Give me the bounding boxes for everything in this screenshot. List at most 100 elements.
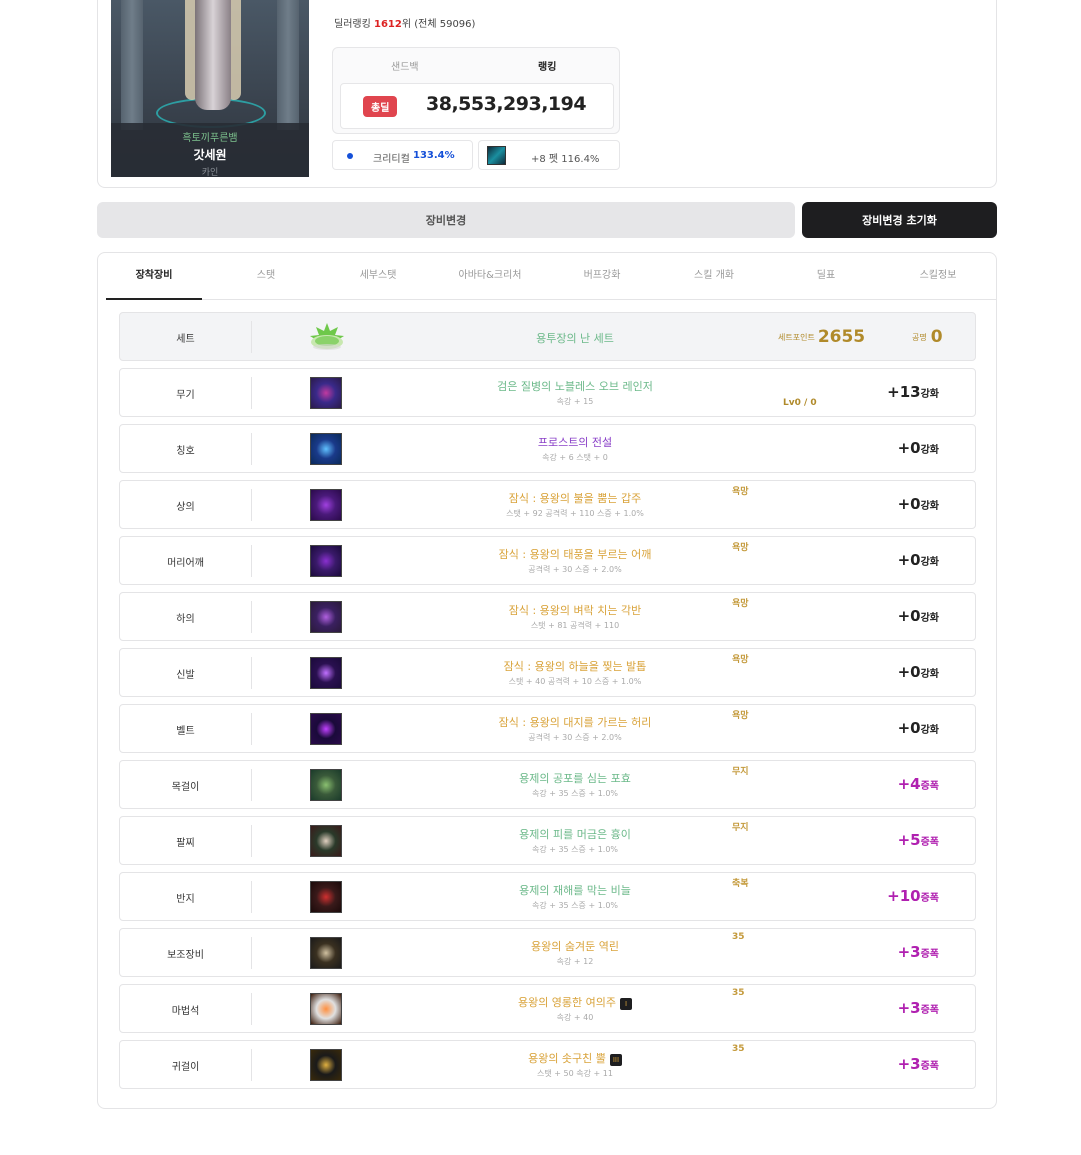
item-tag: 욕망 bbox=[732, 599, 749, 609]
shoulder-icon bbox=[310, 545, 342, 577]
item-tag: 축복 bbox=[732, 879, 749, 889]
critical-dot-icon bbox=[347, 153, 353, 159]
critical-label: 크리티컬 bbox=[373, 154, 410, 165]
equipment-row[interactable]: 목걸이 용제의 공포를 심는 포효 속강 + 35 스증 + 1.0% 무지 +4증폭 bbox=[119, 760, 976, 809]
total-damage-badge: 총딜 bbox=[363, 96, 398, 117]
item-name-text: 용왕의 영롱한 여의주 bbox=[517, 996, 617, 1009]
weapon-icon bbox=[310, 377, 342, 409]
tab-1[interactable]: 스탯 bbox=[218, 253, 314, 300]
equipment-row[interactable]: 하의 잠식 : 용왕의 벼락 치는 각반 스탯 + 81 공격력 + 110 욕망 +0… bbox=[119, 592, 976, 641]
reinforce-number: +10 bbox=[887, 887, 921, 905]
item-name: 용왕의 숨겨둔 역린 bbox=[380, 938, 770, 954]
tab-bar: 장착장비 스탯 세부스탯 아바타&크리처 버프강화 스킬 개화 딜표 스킬정보 bbox=[106, 253, 996, 300]
necklace-icon bbox=[310, 769, 342, 801]
reinforce-unit: 강화 bbox=[920, 445, 939, 456]
bottom-icon bbox=[310, 601, 342, 633]
equipment-row[interactable]: 신발 잠식 : 용왕의 하늘을 찢는 발톱 스탯 + 40 공격력 + 10 스증 … bbox=[119, 648, 976, 697]
reinforce-number: +3 bbox=[897, 999, 921, 1017]
item-name-text: 잠식 : 용왕의 하늘을 찢는 발톱 bbox=[503, 660, 647, 673]
reinforce-unit: 강화 bbox=[920, 389, 939, 400]
slot-label: 마법석 bbox=[120, 993, 252, 1025]
reinforce-value: +10증폭 bbox=[887, 887, 939, 905]
equipment-row[interactable]: 반지 용제의 재해를 막는 비늘 속강 + 35 스증 + 1.0% 축복 +10증폭 bbox=[119, 872, 976, 921]
item-tag: 무지 bbox=[732, 767, 749, 777]
reinforce-number: +0 bbox=[897, 719, 921, 737]
character-name: 갓세원 bbox=[193, 148, 227, 162]
reinforce-unit: 증폭 bbox=[920, 1005, 939, 1016]
item-tag: 35 bbox=[732, 1044, 745, 1054]
character-portrait: 흑토끼푸른뱀 갓세원 카인 bbox=[111, 0, 309, 177]
set-point-label: 세트포인트 bbox=[778, 333, 815, 342]
item-tag: 욕망 bbox=[732, 487, 749, 497]
ranking-number: 1612 bbox=[374, 19, 402, 30]
rune-badge-icon: III bbox=[609, 1054, 622, 1066]
reinforce-number: +13 bbox=[887, 383, 921, 401]
ranking-total: (전체 59096) bbox=[414, 19, 476, 30]
reinforce-value: +3증폭 bbox=[898, 943, 939, 961]
reinforce-value: +0강화 bbox=[898, 495, 939, 513]
reinforce-value: +3증폭 bbox=[898, 1055, 939, 1073]
equipment-row[interactable]: 귀걸이 용왕의 솟구친 뿔 III 스탯 + 50 속강 + 11 35 +3증폭 bbox=[119, 1040, 976, 1089]
item-stats: 공격력 + 30 스증 + 2.0% bbox=[528, 565, 622, 574]
item-name-text: 용제의 재해를 막는 비늘 bbox=[519, 884, 631, 897]
tab-7[interactable]: 스킬정보 bbox=[890, 253, 986, 300]
set-row[interactable]: 세트 용투장의 난 세트 세트포인트 2655 공명 0 bbox=[119, 312, 976, 361]
equipment-row[interactable]: 칭호 프로스트의 전설 속강 + 6 스탯 + 0 +0강화 bbox=[119, 424, 976, 473]
set-resonance-value: 0 bbox=[930, 327, 943, 347]
slot-label: 반지 bbox=[120, 881, 252, 913]
ranking-label: 딜러랭킹 bbox=[334, 19, 371, 30]
item-level: Lv0 / 0 bbox=[783, 398, 817, 408]
pillar-decoration bbox=[121, 0, 143, 130]
reinforce-number: +4 bbox=[897, 775, 921, 793]
reinforce-value: +5증폭 bbox=[898, 831, 939, 849]
tab-0[interactable]: 장착장비 bbox=[106, 253, 202, 300]
damage-value-panel: 총딜 38,553,293,194 bbox=[340, 83, 614, 129]
tab-sandbag[interactable]: 샌드백 bbox=[391, 58, 419, 73]
tab-ranking[interactable]: 랭킹 bbox=[538, 58, 556, 73]
reinforce-unit: 강화 bbox=[920, 669, 939, 680]
pillar-decoration bbox=[277, 0, 299, 130]
item-stats: 스탯 + 81 공격력 + 110 bbox=[530, 621, 620, 630]
item-name: 용제의 공포를 심는 포효 bbox=[380, 770, 770, 786]
item-name: 용왕의 솟구친 뿔 III bbox=[380, 1050, 770, 1066]
item-stats: 속강 + 15 bbox=[556, 397, 594, 406]
reinforce-value: +0강화 bbox=[898, 663, 939, 681]
reinforce-unit: 증폭 bbox=[920, 949, 939, 960]
reinforce-number: +5 bbox=[897, 831, 921, 849]
item-tag: 욕망 bbox=[732, 711, 749, 721]
reinforce-unit: 증폭 bbox=[920, 893, 939, 904]
slot-label: 머리어깨 bbox=[120, 545, 252, 577]
change-equipment-button[interactable]: 장비변경 bbox=[97, 202, 795, 238]
slot-label: 목걸이 bbox=[120, 769, 252, 801]
equipment-row[interactable]: 팔찌 용제의 피를 머금은 흉이 속강 + 35 스증 + 1.0% 무지 +5증폭 bbox=[119, 816, 976, 865]
equipment-row[interactable]: 상의 잠식 : 용왕의 불을 뿜는 갑주 스탯 + 92 공격력 + 110 스증 … bbox=[119, 480, 976, 529]
equipment-row[interactable]: 벨트 잠식 : 용왕의 대지를 가르는 허리 공격력 + 30 스증 + 2.0% 욕… bbox=[119, 704, 976, 753]
equipment-row[interactable]: 머리어깨 잠식 : 용왕의 태풍을 부르는 어깨 공격력 + 30 스증 + 2.0… bbox=[119, 536, 976, 585]
tab-2[interactable]: 세부스탯 bbox=[330, 253, 426, 300]
slot-label: 세트 bbox=[120, 321, 252, 353]
item-name: 용왕의 영롱한 여의주 I bbox=[380, 994, 770, 1010]
equipment-row[interactable]: 마법석 용왕의 영롱한 여의주 I 속강 + 40 35 +3증폭 bbox=[119, 984, 976, 1033]
item-name: 용제의 재해를 막는 비늘 bbox=[380, 882, 770, 898]
reinforce-unit: 강화 bbox=[920, 557, 939, 568]
tab-6[interactable]: 딜표 bbox=[778, 253, 874, 300]
reinforce-value: +0강화 bbox=[898, 439, 939, 457]
set-point: 세트포인트 2655 bbox=[778, 327, 865, 347]
equipment-row[interactable]: 보조장비 용왕의 숨겨둔 역린 속강 + 12 35 +3증폭 bbox=[119, 928, 976, 977]
equipment-row[interactable]: 무기 검은 질병의 노블레스 오브 레인저 속강 + 15 Lv0 / 0 +13강화 bbox=[119, 368, 976, 417]
tab-4[interactable]: 버프강화 bbox=[554, 253, 650, 300]
item-stats: 스탯 + 92 공격력 + 110 스증 + 1.0% bbox=[506, 509, 644, 518]
reinforce-number: +3 bbox=[897, 943, 921, 961]
item-stats: 스탯 + 50 속강 + 11 bbox=[537, 1069, 613, 1078]
tab-5[interactable]: 스킬 개화 bbox=[666, 253, 762, 300]
item-stats: 속강 + 35 스증 + 1.0% bbox=[531, 845, 619, 854]
reinforce-number: +0 bbox=[897, 607, 921, 625]
shoes-icon bbox=[310, 657, 342, 689]
item-name: 검은 질병의 노블레스 오브 레인저 bbox=[380, 378, 770, 394]
item-stats: 공격력 + 30 스증 + 2.0% bbox=[528, 733, 622, 742]
reset-equipment-button[interactable]: 장비변경 초기화 bbox=[802, 202, 997, 238]
reinforce-number: +0 bbox=[897, 439, 921, 457]
tab-3[interactable]: 아바타&크리처 bbox=[442, 253, 538, 300]
character-info: 흑토끼푸른뱀 갓세원 카인 bbox=[111, 123, 309, 177]
pet-text: +8 펫 116.4% bbox=[531, 154, 600, 165]
